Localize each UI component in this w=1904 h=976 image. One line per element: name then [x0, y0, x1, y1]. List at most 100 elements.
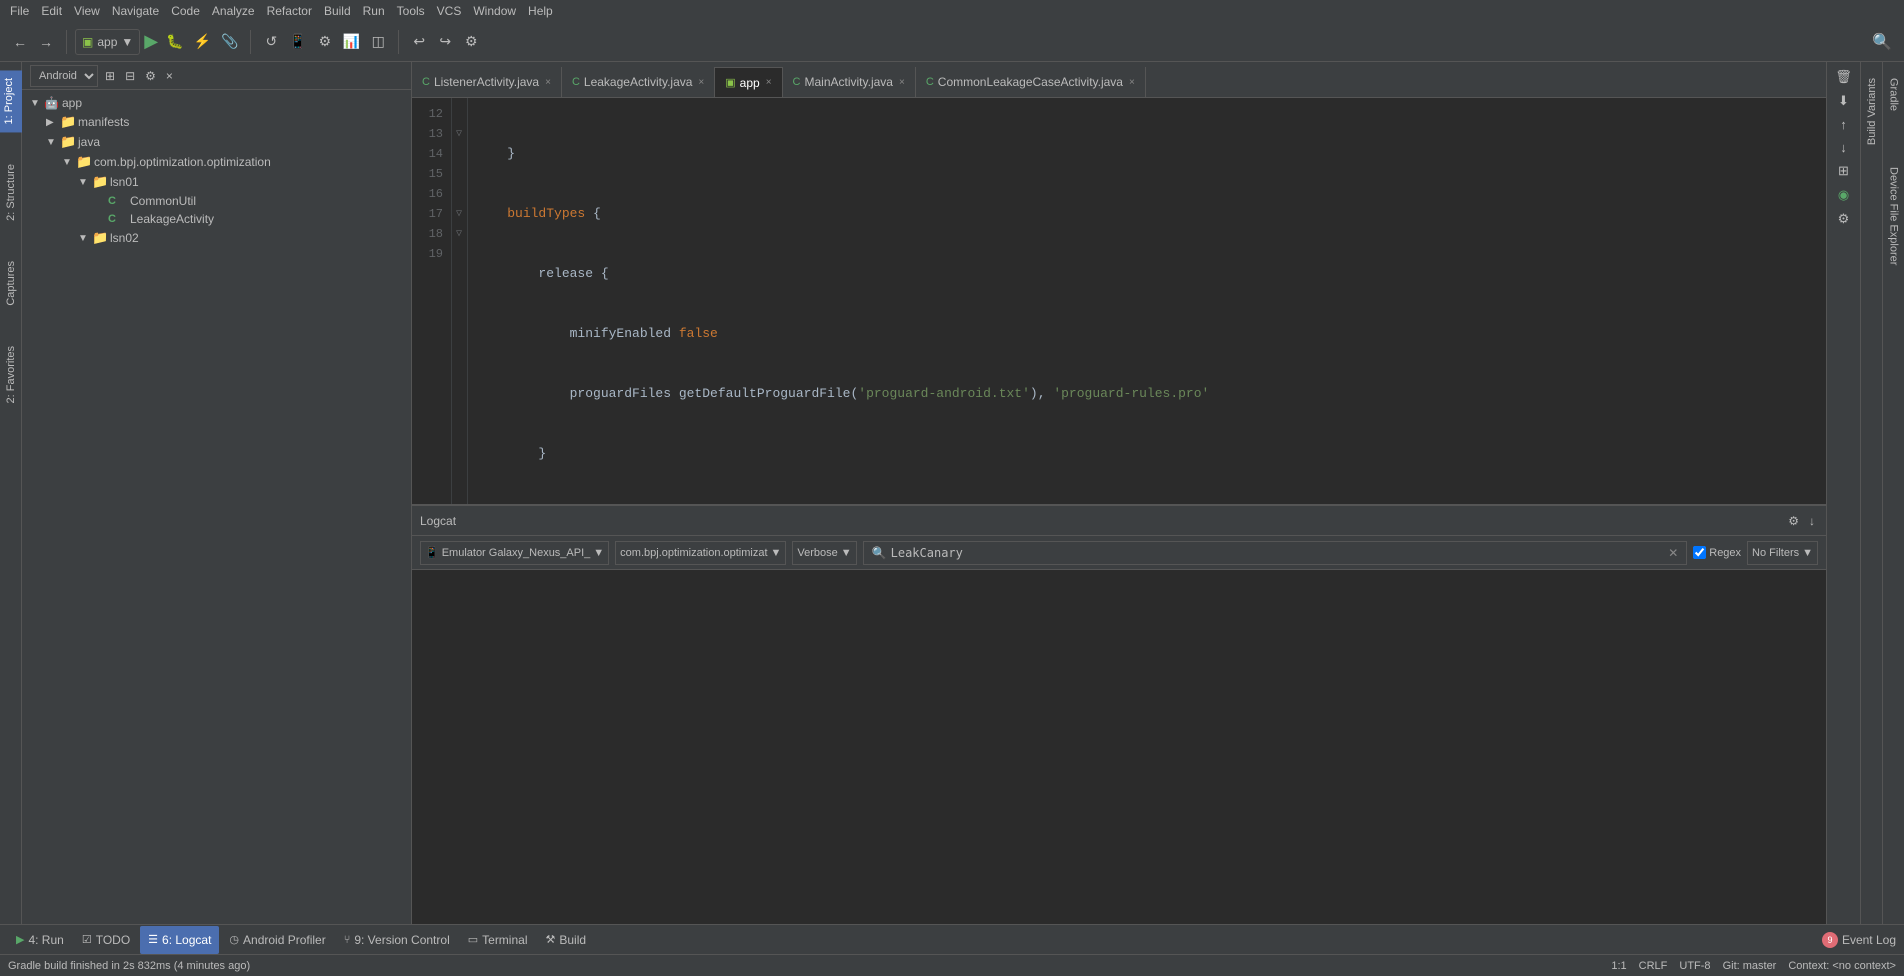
tab-commonleakage[interactable]: C CommonLeakageCaseActivity.java × — [916, 67, 1146, 97]
toolbar: ← → ▣ app ▼ ▶ 🐛 ⚡ 📎 ↺ 📱 ⚙ 📊 ◫ ↩ ↪ ⚙ 🔍 — [0, 22, 1904, 62]
menu-vcs[interactable]: VCS — [431, 4, 468, 18]
code-content[interactable]: } buildTypes { release { minifyEnabled f… — [468, 98, 1826, 504]
fold-18[interactable]: ▽ — [452, 224, 466, 244]
tree-item-package[interactable]: ▼ 📁 com.bpj.optimization.optimization — [22, 152, 411, 172]
avd-button[interactable]: ⚙ — [313, 28, 337, 56]
logcat-wrap-btn[interactable]: ⊞ — [1835, 160, 1852, 182]
logcat-record-btn[interactable]: ◉ — [1835, 184, 1852, 206]
tab-close-commonleakage[interactable]: × — [1129, 77, 1135, 88]
panel-sync-btn[interactable]: ⊞ — [102, 69, 118, 83]
menu-code[interactable]: Code — [165, 4, 206, 18]
tree-item-lsn02[interactable]: ▼ 📁 lsn02 — [22, 228, 411, 248]
logcat-settings-btn[interactable]: ⚙ — [1785, 514, 1802, 528]
logcat-clear-btn[interactable]: 🗑 — [1832, 66, 1855, 88]
sidebar-tab-project[interactable]: 1: Project — [0, 70, 22, 132]
tab-close-mainactivity[interactable]: × — [899, 77, 905, 88]
menu-view[interactable]: View — [68, 4, 106, 18]
search-everywhere-button[interactable]: 🔍 — [1868, 28, 1896, 56]
logcat-package-dropdown[interactable]: com.bpj.optimization.optimizat ▼ — [615, 541, 786, 565]
logcat-content[interactable] — [412, 570, 1826, 924]
run-config-dropdown[interactable]: ▣ app ▼ — [75, 29, 140, 55]
menu-help[interactable]: Help — [522, 4, 559, 18]
bottom-tab-build[interactable]: ⚒ Build — [538, 926, 595, 954]
profile-button[interactable]: 📊 — [339, 28, 364, 56]
layout-button[interactable]: ◫ — [366, 28, 390, 56]
status-git[interactable]: Git: master — [1723, 960, 1777, 972]
panel-collapse-btn[interactable]: ⊟ — [122, 69, 138, 83]
menu-refactor[interactable]: Refactor — [261, 4, 318, 18]
forward-button[interactable]: → — [34, 28, 58, 56]
status-bar: Gradle build finished in 2s 832ms (4 min… — [0, 954, 1904, 976]
code-editor[interactable]: 12 13 14 15 16 17 18 19 ▽ ▽ ▽ } — [412, 98, 1826, 504]
bottom-tab-logcat[interactable]: ☰ 6: Logcat — [140, 926, 219, 954]
status-position[interactable]: 1:1 — [1611, 960, 1626, 972]
panel-close-btn[interactable]: × — [163, 69, 176, 83]
logcat-loglevel-dropdown[interactable]: Verbose ▼ — [792, 541, 856, 565]
clear-search-icon[interactable]: ✕ — [1668, 546, 1678, 560]
build-variants-tab[interactable]: Build Variants — [1863, 70, 1881, 153]
device-file-explorer-tab[interactable]: Device File Explorer — [1885, 159, 1903, 273]
run-button[interactable]: ▶ — [142, 31, 160, 52]
project-view-dropdown[interactable]: Android Project — [30, 65, 98, 87]
sidebar-tab-favorites[interactable]: 2: Favorites — [2, 338, 20, 411]
bottom-tab-profiler[interactable]: ◷ Android Profiler — [221, 926, 333, 954]
logcat-down-btn[interactable]: ↓ — [1837, 137, 1850, 158]
logcat-scroll-btn[interactable]: ↓ — [1806, 514, 1818, 528]
bottom-tab-run[interactable]: ▶ 4: Run — [8, 926, 72, 954]
fold-13[interactable]: ▽ — [452, 124, 466, 144]
event-log-label[interactable]: Event Log — [1842, 933, 1896, 947]
gradle-tab[interactable]: Gradle — [1885, 70, 1903, 119]
line-num-14: 14 — [418, 144, 443, 164]
logcat-config-btn[interactable]: ⚙ — [1835, 208, 1853, 230]
sdk-button[interactable]: 📱 — [285, 28, 310, 56]
menu-tools[interactable]: Tools — [391, 4, 431, 18]
tab-close-app[interactable]: × — [766, 77, 772, 88]
back-button[interactable]: ← — [8, 28, 32, 56]
tree-item-manifests[interactable]: ▶ 📁 manifests — [22, 112, 411, 132]
settings-button[interactable]: ⚙ — [459, 28, 483, 56]
menu-file[interactable]: File — [4, 4, 35, 18]
sidebar-tab-captures[interactable]: Captures — [2, 253, 20, 314]
debug-button[interactable]: 🐛 — [162, 28, 187, 56]
menu-run[interactable]: Run — [357, 4, 391, 18]
fold-17[interactable]: ▽ — [452, 204, 466, 224]
menu-window[interactable]: Window — [467, 4, 522, 18]
menu-navigate[interactable]: Navigate — [106, 4, 165, 18]
tree-item-commonutil[interactable]: C CommonUtil — [22, 192, 411, 210]
sidebar-tab-structure[interactable]: 2: Structure — [2, 156, 20, 229]
menu-build[interactable]: Build — [318, 4, 357, 18]
coverage-button[interactable]: ⚡ — [190, 28, 215, 56]
menu-edit[interactable]: Edit — [35, 4, 68, 18]
undo-button[interactable]: ↩ — [407, 28, 431, 56]
panel-settings-btn[interactable]: ⚙ — [142, 69, 159, 83]
status-charset[interactable]: UTF-8 — [1679, 960, 1710, 972]
regex-checkbox[interactable] — [1693, 546, 1706, 559]
bottom-tab-todo[interactable]: ☑ TODO — [74, 926, 138, 954]
menu-analyze[interactable]: Analyze — [206, 4, 261, 18]
tab-close-leakageactivity[interactable]: × — [698, 77, 704, 88]
attach-button[interactable]: 📎 — [217, 28, 242, 56]
bottom-tab-vcs[interactable]: ⑂ 9: Version Control — [336, 926, 458, 954]
tree-arrow-package: ▼ — [62, 157, 76, 168]
tree-item-leakageactivity[interactable]: C LeakageActivity — [22, 210, 411, 228]
tab-mainactivity[interactable]: C MainActivity.java × — [783, 67, 916, 97]
tab-listeneractivity[interactable]: C ListenerActivity.java × — [412, 67, 562, 97]
logcat-download-btn[interactable]: ⬇ — [1835, 90, 1852, 112]
logcat-emulator-dropdown[interactable]: 📱 Emulator Galaxy_Nexus_API_ ▼ — [420, 541, 609, 565]
tree-item-java[interactable]: ▼ 📁 java — [22, 132, 411, 152]
logcat-filter-dropdown[interactable]: No Filters ▼ — [1747, 541, 1818, 565]
status-line-ending[interactable]: CRLF — [1639, 960, 1668, 972]
event-log-area[interactable]: 9 Event Log — [1822, 932, 1896, 948]
logcat-regex-check[interactable]: Regex — [1693, 546, 1741, 559]
tree-item-lsn01[interactable]: ▼ 📁 lsn01 — [22, 172, 411, 192]
logcat-search-input[interactable] — [891, 546, 1665, 560]
redo-button[interactable]: ↪ — [433, 28, 457, 56]
logcat-search-box[interactable]: 🔍 ✕ — [863, 541, 1688, 565]
sync-button[interactable]: ↺ — [259, 28, 283, 56]
tab-leakageactivity[interactable]: C LeakageActivity.java × — [562, 67, 715, 97]
tree-item-app[interactable]: ▼ 🤖 app — [22, 94, 411, 112]
tab-close-listeneractivity[interactable]: × — [545, 77, 551, 88]
logcat-up-btn[interactable]: ↑ — [1837, 114, 1850, 135]
tab-app-gradle[interactable]: ▣ app × — [715, 67, 782, 97]
bottom-tab-terminal[interactable]: ▭ Terminal — [460, 926, 536, 954]
